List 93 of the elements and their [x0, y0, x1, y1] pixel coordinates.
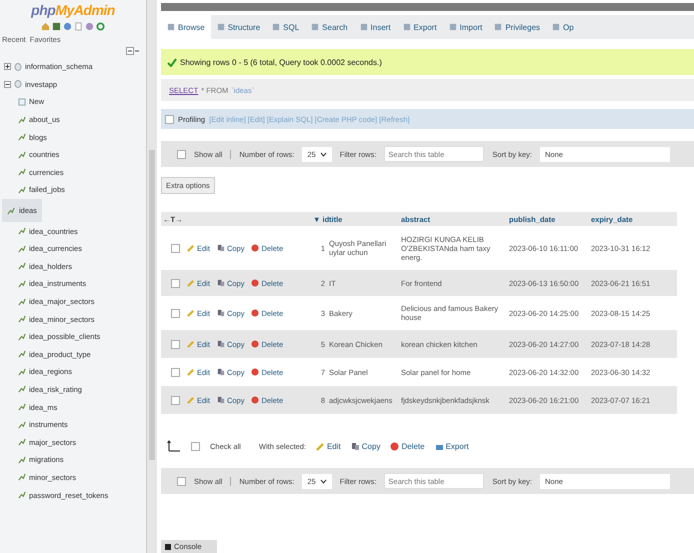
table-icon: [18, 227, 26, 236]
document-icon[interactable]: [74, 22, 83, 31]
table-icon: [18, 186, 26, 194]
database-icon: [14, 62, 22, 71]
copy-icon: [216, 244, 225, 252]
tab[interactable]: Browse: [161, 15, 211, 39]
export-button[interactable]: Export: [434, 442, 469, 450]
pencil-icon: [187, 244, 195, 252]
table-icon: [18, 491, 26, 500]
row-checkbox[interactable]: [171, 396, 180, 404]
show-all-checkbox[interactable]: [177, 476, 186, 486]
table-icon: [18, 350, 26, 358]
check-icon: [167, 58, 177, 66]
tab-icon: [448, 23, 457, 31]
copy-icon: [350, 442, 360, 450]
tab-icon: [167, 23, 175, 31]
table-icon: [18, 133, 26, 142]
tab-icon: [552, 23, 560, 31]
reload-icon[interactable]: [96, 22, 105, 31]
expander-icon[interactable]: [4, 63, 11, 70]
delete-icon: [251, 279, 260, 287]
expander-icon[interactable]: [4, 80, 11, 88]
row-checkbox[interactable]: [171, 244, 180, 252]
copy-icon: [216, 396, 225, 404]
pencil-icon: [187, 396, 195, 404]
console-icon: [165, 544, 171, 550]
row-checkbox[interactable]: [171, 340, 180, 348]
table-icon: [18, 168, 26, 176]
pencil-icon: [316, 442, 325, 450]
delete-button[interactable]: Delete: [390, 442, 425, 450]
copy-icon: [216, 340, 225, 348]
pencil-icon: [187, 368, 195, 376]
table-icon: [18, 368, 26, 376]
pencil-icon: [187, 340, 195, 348]
row-checkbox[interactable]: [171, 308, 180, 318]
table-icon: [18, 456, 26, 464]
table-icon: [18, 473, 26, 482]
table-icon: [7, 206, 15, 215]
database-icon[interactable]: [52, 22, 61, 31]
success-message: Showing rows 0 - 5 (6 total, Query took 0.0002 seconds.): [180, 58, 382, 66]
delete-icon: [251, 244, 260, 252]
table-icon: [18, 420, 26, 429]
profiling-checkbox[interactable]: [165, 114, 174, 124]
row-checkbox[interactable]: [171, 278, 180, 288]
collapse-icon[interactable]: [126, 47, 140, 55]
copy-icon: [216, 279, 225, 287]
delete-icon: [251, 309, 260, 317]
pencil-icon: [187, 309, 195, 317]
tab-icon: [360, 23, 368, 31]
caret-icon: [320, 152, 327, 156]
tab[interactable]: Structure: [210, 15, 266, 39]
tab-icon: [272, 23, 280, 31]
delete-icon: [390, 442, 400, 450]
table-icon: [18, 280, 26, 288]
table-icon: [18, 298, 26, 306]
copy-icon: [216, 309, 225, 317]
home-icon[interactable]: [41, 22, 50, 31]
arrow-up-icon: [167, 440, 181, 452]
tab[interactable]: Export: [396, 15, 443, 39]
tab[interactable]: Insert: [354, 15, 397, 39]
check-all-checkbox[interactable]: [191, 442, 200, 450]
tab-icon: [216, 23, 225, 31]
delete-icon: [251, 340, 260, 348]
copy-button[interactable]: Copy: [350, 442, 380, 450]
row-checkbox[interactable]: [171, 368, 180, 376]
tab-icon: [402, 23, 411, 31]
table-icon: [18, 150, 26, 159]
table-icon: [18, 244, 26, 253]
tab[interactable]: Op: [546, 15, 580, 39]
table-icon: [18, 403, 26, 412]
pencil-icon: [187, 279, 195, 287]
tab[interactable]: SQL: [266, 15, 306, 39]
delete-icon: [251, 368, 260, 376]
caret-icon: [320, 478, 327, 484]
tab-icon: [311, 23, 320, 31]
edit-button[interactable]: Edit: [316, 442, 341, 450]
table-icon: [18, 332, 26, 341]
database-icon: [14, 80, 22, 88]
table-icon: [18, 385, 26, 394]
tab[interactable]: Import: [442, 15, 488, 39]
show-all-checkbox[interactable]: [177, 150, 186, 158]
info-icon[interactable]: [63, 22, 72, 31]
table-icon: [18, 116, 26, 124]
logo[interactable]: phpMyAdmin: [0, 2, 146, 18]
tab[interactable]: Privileges: [488, 15, 546, 39]
table-icon: [18, 438, 26, 446]
new-icon: [18, 98, 26, 106]
table-icon: [18, 315, 26, 324]
table-icon: [18, 262, 26, 270]
delete-icon: [251, 396, 260, 404]
tab-icon: [494, 23, 502, 31]
copy-icon: [216, 368, 225, 376]
tab[interactable]: Search: [305, 15, 354, 39]
